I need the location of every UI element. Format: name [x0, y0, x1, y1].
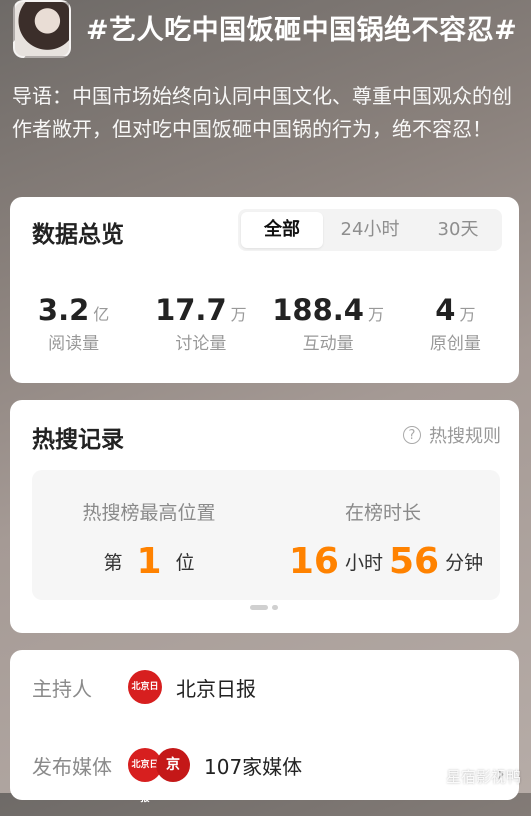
- host-row[interactable]: 主持人 北京日报 北京日报: [32, 670, 256, 726]
- hours-value: 16: [288, 541, 339, 582]
- stat-label: 原创量: [429, 334, 481, 354]
- hot-search-rules-link[interactable]: ? 热搜规则: [403, 422, 501, 448]
- peak-value: 1: [136, 541, 162, 582]
- stat-unit: 万: [459, 305, 476, 324]
- info-card: 主持人 北京日报 北京日报 发布媒体 北京日报 京 107家媒体 ›: [10, 650, 519, 804]
- host-label: 主持人: [32, 676, 92, 701]
- media-row[interactable]: 发布媒体 北京日报 京 107家媒体: [32, 748, 303, 804]
- topic-lead: 导语：中国市场始终向认同中国文化、尊重中国观众的创作者敞开，但对吃中国饭砸中国锅…: [12, 84, 512, 141]
- stat-interactions: 188.4 万 互动量: [265, 293, 392, 354]
- stats-row: 3.2 亿 阅读量 17.7 万 讨论量 188.4 万 互动量 4万 原创量: [10, 293, 519, 354]
- stat-value: 188.4: [272, 293, 364, 327]
- stat-discussions: 17.7 万 讨论量: [137, 293, 264, 354]
- hours-unit: 小时: [344, 552, 383, 574]
- tab-24h[interactable]: 24小时: [329, 212, 411, 248]
- watermark: 星宿影视鸭: [445, 768, 521, 786]
- peak-label: 热搜榜最高位置: [82, 502, 216, 524]
- peak-suffix: 位: [175, 552, 195, 574]
- question-circle-icon: ?: [403, 426, 421, 444]
- media-logo: 京: [156, 748, 190, 782]
- stat-label: 互动量: [302, 334, 354, 354]
- stat-unit: 万: [367, 305, 384, 324]
- stat-value: 17.7: [155, 293, 227, 327]
- stat-reads: 3.2 亿 阅读量: [10, 293, 137, 354]
- topic-title: #艺人吃中国饭砸中国锅绝不容忍#: [86, 15, 518, 46]
- carousel-dot: [272, 605, 278, 610]
- hot-search-card: 热搜记录 ? 热搜规则 热搜榜最高位置 第1位 在榜时长 16 小时 56 分钟: [10, 400, 519, 633]
- stat-label: 讨论量: [175, 334, 227, 354]
- tab-30d[interactable]: 30天: [417, 212, 499, 248]
- stat-originals: 4万 原创量: [392, 293, 519, 354]
- stat-unit: 亿: [93, 305, 110, 324]
- duration-label: 在榜时长: [344, 502, 421, 524]
- carousel-dots: [250, 605, 282, 610]
- tab-all[interactable]: 全部: [241, 212, 323, 248]
- overview-card: 数据总览 全部 24小时 30天 3.2 亿 阅读量 17.7 万 讨论量 188.…: [10, 197, 519, 383]
- hot-search-title: 热搜记录: [32, 427, 124, 453]
- beijing-daily-logo: 北京日报: [128, 670, 162, 726]
- topic-avatar[interactable]: [13, 0, 71, 58]
- stat-value: 3.2: [37, 293, 90, 327]
- stat-unit: 万: [230, 305, 247, 324]
- minutes-unit: 分钟: [445, 552, 484, 574]
- carousel-dot-active: [250, 605, 268, 610]
- minutes-value: 56: [389, 541, 440, 582]
- rules-label: 热搜规则: [429, 426, 501, 447]
- overview-title: 数据总览: [32, 222, 124, 248]
- host-value: 北京日报: [176, 676, 256, 701]
- media-label: 发布媒体: [32, 754, 112, 779]
- topic-header: #艺人吃中国饭砸中国锅绝不容忍# 导语：中国市场始终向认同中国文化、尊重中国观众…: [0, 0, 531, 200]
- peak-position: 热搜榜最高位置 第1位: [32, 470, 266, 582]
- time-range-tabs: 全部 24小时 30天: [238, 209, 502, 251]
- media-value: 107家媒体: [204, 754, 303, 779]
- time-on-list: 在榜时长 16 小时 56 分钟: [266, 470, 500, 582]
- stat-value: 4: [435, 293, 456, 327]
- stat-label: 阅读量: [48, 334, 100, 354]
- hot-search-stats: 热搜榜最高位置 第1位 在榜时长 16 小时 56 分钟: [32, 470, 500, 600]
- peak-prefix: 第: [103, 552, 123, 574]
